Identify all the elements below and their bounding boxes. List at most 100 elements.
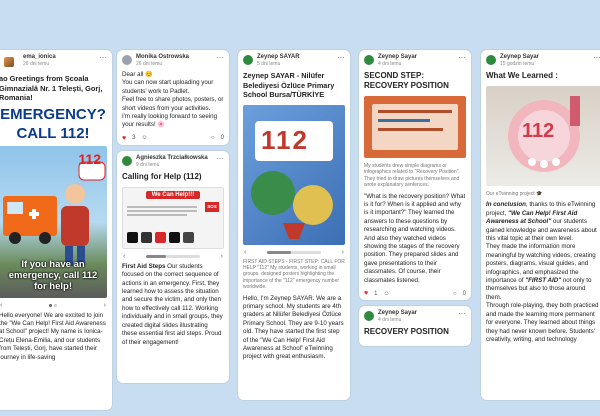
post-image-slide[interactable]: We Can Help!!! SOS [122, 186, 224, 249]
avatar [122, 55, 132, 65]
more-options-icon[interactable]: ⋯ [337, 54, 345, 62]
avatar [4, 57, 14, 67]
comment-icon[interactable]: ○ [211, 135, 215, 141]
column-2: Monika Ostrowska 26 dni temu ⋯ Dear all … [117, 50, 229, 389]
reaction-icon[interactable]: ☺ [384, 291, 390, 297]
post-header: Agnieszka Trzciałkowska 9 dni temu ⋯ [117, 151, 229, 170]
body-intro: In conclusion [486, 201, 526, 209]
more-options-icon[interactable]: ⋯ [593, 54, 600, 62]
more-options-icon[interactable]: ⋯ [216, 154, 224, 163]
post-title: ao Greetings from Școala Gimnazială Nr. … [0, 74, 103, 102]
author-name: Agnieszka Trzciałkowska [136, 154, 208, 161]
more-options-icon[interactable]: ⋯ [458, 54, 466, 62]
body-part-b: our students gained knowledge and awaren… [486, 218, 597, 285]
column-4: Zeynep Sayar 4 dni temu ⋯ SECOND STEP: R… [359, 50, 471, 352]
carousel-dots [49, 303, 57, 307]
image-caption: Our eTwinning project 🎓 [486, 191, 543, 197]
column-1: ema_ionica 26 dni temu ⋯ ao Greetings fr… [0, 50, 112, 416]
more-options-icon[interactable]: ⋯ [99, 54, 107, 62]
post-card-second-step[interactable]: Zeynep Sayar 4 dni temu ⋯ SECOND STEP: R… [359, 50, 471, 301]
more-options-icon[interactable]: ⋯ [458, 310, 466, 318]
like-count: 1 [374, 290, 378, 297]
post-time: 9 dni temu [136, 161, 160, 168]
like-count: 3 [132, 135, 136, 142]
emergency-heading-1: EMERGENCY? [0, 105, 106, 123]
slide-heading: We Can Help!!! [146, 190, 200, 199]
post-card-welcome[interactable]: Monika Ostrowska 26 dni temu ⋯ Dear all … [117, 50, 229, 145]
post-header: Zeynep SAYAR 5 dni temu ⋯ [238, 50, 350, 69]
post-header: Zeynep Sayar 15 godzin temu ⋯ [481, 50, 600, 69]
author-name: Zeynep Sayar [378, 54, 418, 60]
carousel-scrollbar[interactable] [146, 254, 166, 258]
slide-text-lines [127, 205, 197, 216]
body-text: Our students focused on the correct sequ… [122, 262, 223, 346]
more-options-icon[interactable]: ⋯ [216, 54, 224, 62]
carousel-dot[interactable] [49, 303, 52, 307]
post-header: ema_ionica 26 dni temu ⋯ [0, 50, 112, 72]
column-3: Zeynep SAYAR 5 dni temu ⋯ Zeynep SAYAR -… [238, 50, 350, 406]
post-card-what-we-learned[interactable]: Zeynep Sayar 15 godzin temu ⋯ What We Le… [481, 50, 600, 400]
prev-arrow-icon[interactable]: ‹ [244, 249, 246, 256]
post-card-greetings[interactable]: ema_ionica 26 dni temu ⋯ ao Greetings fr… [0, 50, 112, 410]
image-caption: My students drew simple diagrams or info… [364, 163, 460, 189]
column-5: Zeynep Sayar 15 godzin temu ⋯ What We Le… [481, 50, 600, 406]
author-name: Zeynep Sayar [378, 310, 418, 317]
post-footer: ♥ 1 ☺ ○ 0 [359, 287, 471, 300]
carousel-controls: ‹ › [0, 301, 112, 310]
avatar [486, 55, 496, 65]
carousel-dot[interactable] [54, 303, 57, 307]
slide-sos-badge: SOS [205, 201, 219, 212]
post-card-nilufer[interactable]: Zeynep SAYAR 5 dni temu ⋯ Zeynep SAYAR -… [238, 50, 350, 400]
carousel-dots [267, 250, 321, 254]
post-header: Zeynep Sayar 4 dni temu ⋯ [359, 306, 471, 325]
avatar [364, 311, 374, 322]
body-part-c: not only to themselves but also to those… [486, 277, 599, 343]
post-image-diagram[interactable] [364, 96, 466, 158]
post-time: 26 dni temu [136, 61, 163, 67]
post-image-poster[interactable]: 112 [243, 104, 345, 245]
author-name: Monika Ostrowska [136, 54, 190, 60]
post-body: First Aid Steps Our students focused on … [117, 261, 229, 349]
post-body: Hello, I'm Zeynep SAYAR. We are a primar… [243, 294, 344, 361]
poster-caption: If you have an emergency, call 112 for h… [8, 258, 98, 292]
post-image-poster[interactable]: 112 If you have an emergency, call 112 f… [0, 145, 107, 298]
emergency-heading-2: CALL 112! [16, 124, 90, 142]
post-time: 15 godzin temu [500, 61, 535, 67]
heart-icon[interactable]: ♥ [364, 290, 368, 297]
next-arrow-icon[interactable]: › [342, 249, 344, 256]
prev-arrow-icon[interactable]: ‹ [0, 302, 2, 309]
poster-number: 112 [78, 150, 101, 167]
comment-icon[interactable]: ○ [453, 291, 457, 297]
author-name: ema_ionica [23, 54, 56, 60]
avatar [243, 55, 253, 65]
post-time: 4 dni temu [378, 317, 402, 324]
post-card-calling-for-help[interactable]: Agnieszka Trzciałkowska 9 dni temu ⋯ Cal… [117, 150, 229, 383]
comment-count: 0 [462, 290, 466, 297]
post-title: SECOND STEP: RECOVERY POSITION [364, 71, 449, 90]
next-arrow-icon[interactable]: › [221, 253, 223, 260]
post-title: Zeynep SAYAR - Nilüfer Belediyesi Özlüce… [243, 71, 335, 99]
image-caption: FIRST AID STEPS - FIRST STEP: CALL FOR H… [243, 258, 345, 291]
post-card-recovery-position[interactable]: Zeynep Sayar 4 dni temu ⋯ RECOVERY POSIT… [359, 306, 471, 347]
poster-number: 112 [261, 124, 309, 155]
heart-icon[interactable]: ♥ [122, 135, 126, 142]
post-title: What We Learned : [486, 71, 558, 80]
carousel-scrollbar[interactable] [267, 250, 291, 254]
comment-count: 0 [220, 135, 224, 142]
post-body: In conclusion, thanks to this eTwinning … [481, 199, 600, 346]
post-footer: ♥ 3 ☺ ○ 0 [117, 132, 229, 145]
next-arrow-icon[interactable]: › [104, 302, 106, 309]
reaction-icon[interactable]: ☺ [142, 135, 148, 141]
author-name: Zeynep SAYAR [257, 54, 300, 60]
carousel-controls: ‹ › [117, 252, 229, 261]
post-header: Monika Ostrowska 26 dni temu ⋯ [117, 50, 229, 69]
prev-arrow-icon[interactable]: ‹ [123, 253, 125, 260]
post-image-craft[interactable]: 112 [486, 86, 600, 186]
post-time: 5 dni temu [257, 61, 281, 67]
body-bold-title: First Aid Steps [122, 262, 166, 270]
post-time: 26 dni temu [23, 61, 50, 67]
post-body: "What is the recovery position? What is … [364, 192, 466, 284]
post-header: Zeynep Sayar 4 dni temu ⋯ [359, 50, 471, 69]
post-body: Dear all 😊 You can now start uploading y… [122, 71, 224, 129]
diagram-board [372, 104, 458, 150]
